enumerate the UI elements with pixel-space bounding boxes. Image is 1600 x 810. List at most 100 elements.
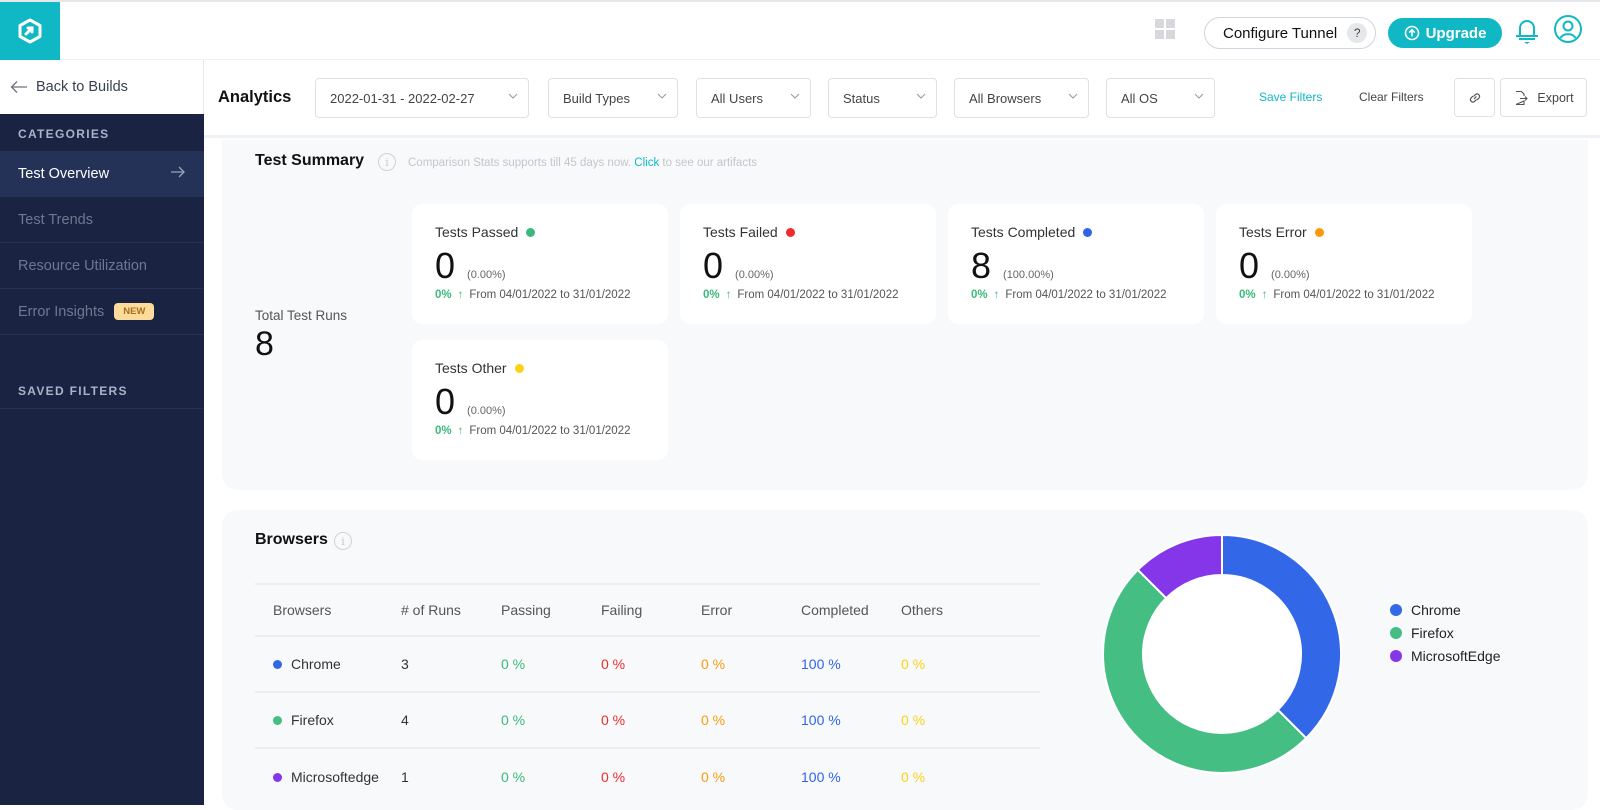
card-title: Tests Other (435, 360, 507, 376)
arrow-right-icon (170, 165, 186, 179)
legend-label: MicrosoftEdge (1411, 648, 1500, 664)
sidebar-item-error-insights[interactable]: Error Insights NEW (0, 289, 204, 335)
passing-cell: 0 % (501, 769, 601, 785)
date-range-select[interactable]: 2022-01-31 - 2022-02-27 (315, 78, 529, 118)
change-percent: 0% (703, 289, 720, 301)
configure-tunnel-button[interactable]: Configure Tunnel ? (1204, 17, 1376, 49)
back-to-builds-label: Back to Builds (36, 79, 128, 95)
comparison-range: From 04/01/2022 to 31/01/2022 (1273, 289, 1434, 301)
sidebar-item-resource-utilization[interactable]: Resource Utilization (0, 243, 204, 289)
legend-item-firefox[interactable]: Firefox (1390, 621, 1500, 644)
arrow-up-icon: ↑ (458, 289, 464, 301)
user-avatar-icon[interactable] (1553, 14, 1583, 44)
status-value: Status (843, 91, 880, 106)
browser-color-dot (273, 660, 282, 669)
copy-link-button[interactable] (1454, 78, 1495, 117)
card-percent: (100.00%) (1003, 269, 1054, 281)
arrow-up-icon: ↑ (458, 425, 464, 437)
table-row[interactable]: Firefox 4 0 % 0 % 0 % 100 % 0 % (255, 693, 1040, 749)
status-dot (1315, 228, 1324, 237)
browser-color-dot (273, 773, 282, 782)
configure-tunnel-label: Configure Tunnel (1223, 25, 1337, 42)
info-icon[interactable]: i (378, 153, 396, 171)
date-range-value: 2022-01-31 - 2022-02-27 (330, 91, 475, 106)
others-cell: 0 % (901, 656, 1001, 672)
export-button[interactable]: Export (1500, 78, 1587, 117)
upload-circle-icon (1404, 25, 1420, 41)
sidebar-item-test-overview[interactable]: Test Overview (0, 151, 204, 197)
upgrade-button[interactable]: Upgrade (1388, 18, 1502, 48)
notification-bell-icon[interactable] (1514, 16, 1540, 46)
card-value: 0 (435, 246, 455, 286)
sidebar: Back to Builds CATEGORIES Test Overview … (0, 60, 204, 805)
column-header[interactable]: Passing (501, 602, 601, 618)
note-suffix: to see our artifacts (662, 157, 757, 169)
comparison-range: From 04/01/2022 to 31/01/2022 (737, 289, 898, 301)
link-icon (1467, 90, 1483, 106)
change-percent: 0% (435, 425, 452, 437)
export-file-icon (1513, 90, 1529, 106)
arrow-left-icon (10, 80, 28, 94)
chevron-down-icon (508, 93, 518, 99)
info-icon[interactable]: i (334, 532, 352, 550)
sidebar-item-label: Resource Utilization (18, 258, 147, 274)
stat-card-error[interactable]: Tests Error 0(0.00%) 0%↑From 04/01/2022 … (1216, 204, 1472, 324)
runs-cell: 1 (401, 769, 501, 785)
error-cell: 0 % (701, 712, 801, 728)
back-to-builds-link[interactable]: Back to Builds (0, 60, 204, 114)
apps-grid-icon[interactable] (1155, 19, 1175, 39)
passing-cell: 0 % (501, 712, 601, 728)
new-badge: NEW (114, 303, 154, 320)
completed-cell: 100 % (801, 712, 901, 728)
lambdatest-logo[interactable] (0, 2, 60, 60)
save-filters-link[interactable]: Save Filters (1259, 90, 1322, 104)
legend-item-chrome[interactable]: Chrome (1390, 598, 1500, 621)
card-percent: (0.00%) (1271, 269, 1310, 281)
chevron-down-icon (1068, 93, 1078, 99)
chevron-down-icon (1194, 93, 1204, 99)
arrow-up-icon: ↑ (1262, 289, 1268, 301)
legend-label: Chrome (1411, 602, 1461, 618)
stat-card-failed[interactable]: Tests Failed 0(0.00%) 0%↑From 04/01/2022… (680, 204, 936, 324)
completed-cell: 100 % (801, 769, 901, 785)
stat-card-other[interactable]: Tests Other 0(0.00%) 0%↑From 04/01/2022 … (412, 340, 668, 460)
status-dot (1083, 228, 1092, 237)
donut-hole (1144, 576, 1300, 732)
column-header[interactable]: Others (901, 602, 1001, 618)
column-header[interactable]: Completed (801, 602, 901, 618)
status-dot (526, 228, 535, 237)
sidebar-item-test-trends[interactable]: Test Trends (0, 197, 204, 243)
failing-cell: 0 % (601, 769, 701, 785)
artifacts-link[interactable]: Click (634, 157, 659, 169)
help-icon[interactable]: ? (1347, 23, 1367, 43)
table-row[interactable]: Microsoftedge 1 0 % 0 % 0 % 100 % 0 % (255, 749, 1040, 805)
clear-filters-link[interactable]: Clear Filters (1359, 90, 1424, 104)
column-header[interactable]: Browsers (255, 602, 401, 618)
page-title: Analytics (218, 88, 291, 107)
column-header[interactable]: Error (701, 602, 801, 618)
comparison-range: From 04/01/2022 to 31/01/2022 (469, 289, 630, 301)
card-title: Tests Passed (435, 224, 518, 240)
filter-bar: Analytics 2022-01-31 - 2022-02-27 Build … (204, 60, 1600, 138)
column-header[interactable]: Failing (601, 602, 701, 618)
total-test-runs: Total Test Runs 8 (255, 308, 347, 364)
card-percent: (0.00%) (735, 269, 774, 281)
browser-name: Microsoftedge (291, 769, 379, 785)
users-select[interactable]: All Users (696, 78, 811, 118)
legend-dot (1390, 627, 1402, 639)
status-select[interactable]: Status (828, 78, 937, 118)
chevron-down-icon (657, 93, 667, 99)
os-value: All OS (1121, 91, 1158, 106)
legend-item-microsoftedge[interactable]: MicrosoftEdge (1390, 644, 1500, 667)
build-types-select[interactable]: Build Types (548, 78, 678, 118)
os-select[interactable]: All OS (1106, 78, 1215, 118)
top-bar: Configure Tunnel ? Upgrade (0, 0, 1600, 60)
note-text: Comparison Stats supports till 45 days n… (408, 157, 631, 169)
column-header[interactable]: # of Runs (401, 602, 501, 618)
stat-card-passed[interactable]: Tests Passed 0(0.00%) 0%↑From 04/01/2022… (412, 204, 668, 324)
browsers-donut-chart (1100, 532, 1344, 776)
table-row[interactable]: Chrome 3 0 % 0 % 0 % 100 % 0 % (255, 637, 1040, 693)
browsers-select[interactable]: All Browsers (954, 78, 1089, 118)
change-percent: 0% (1239, 289, 1256, 301)
stat-card-completed[interactable]: Tests Completed 8(100.00%) 0%↑From 04/01… (948, 204, 1204, 324)
